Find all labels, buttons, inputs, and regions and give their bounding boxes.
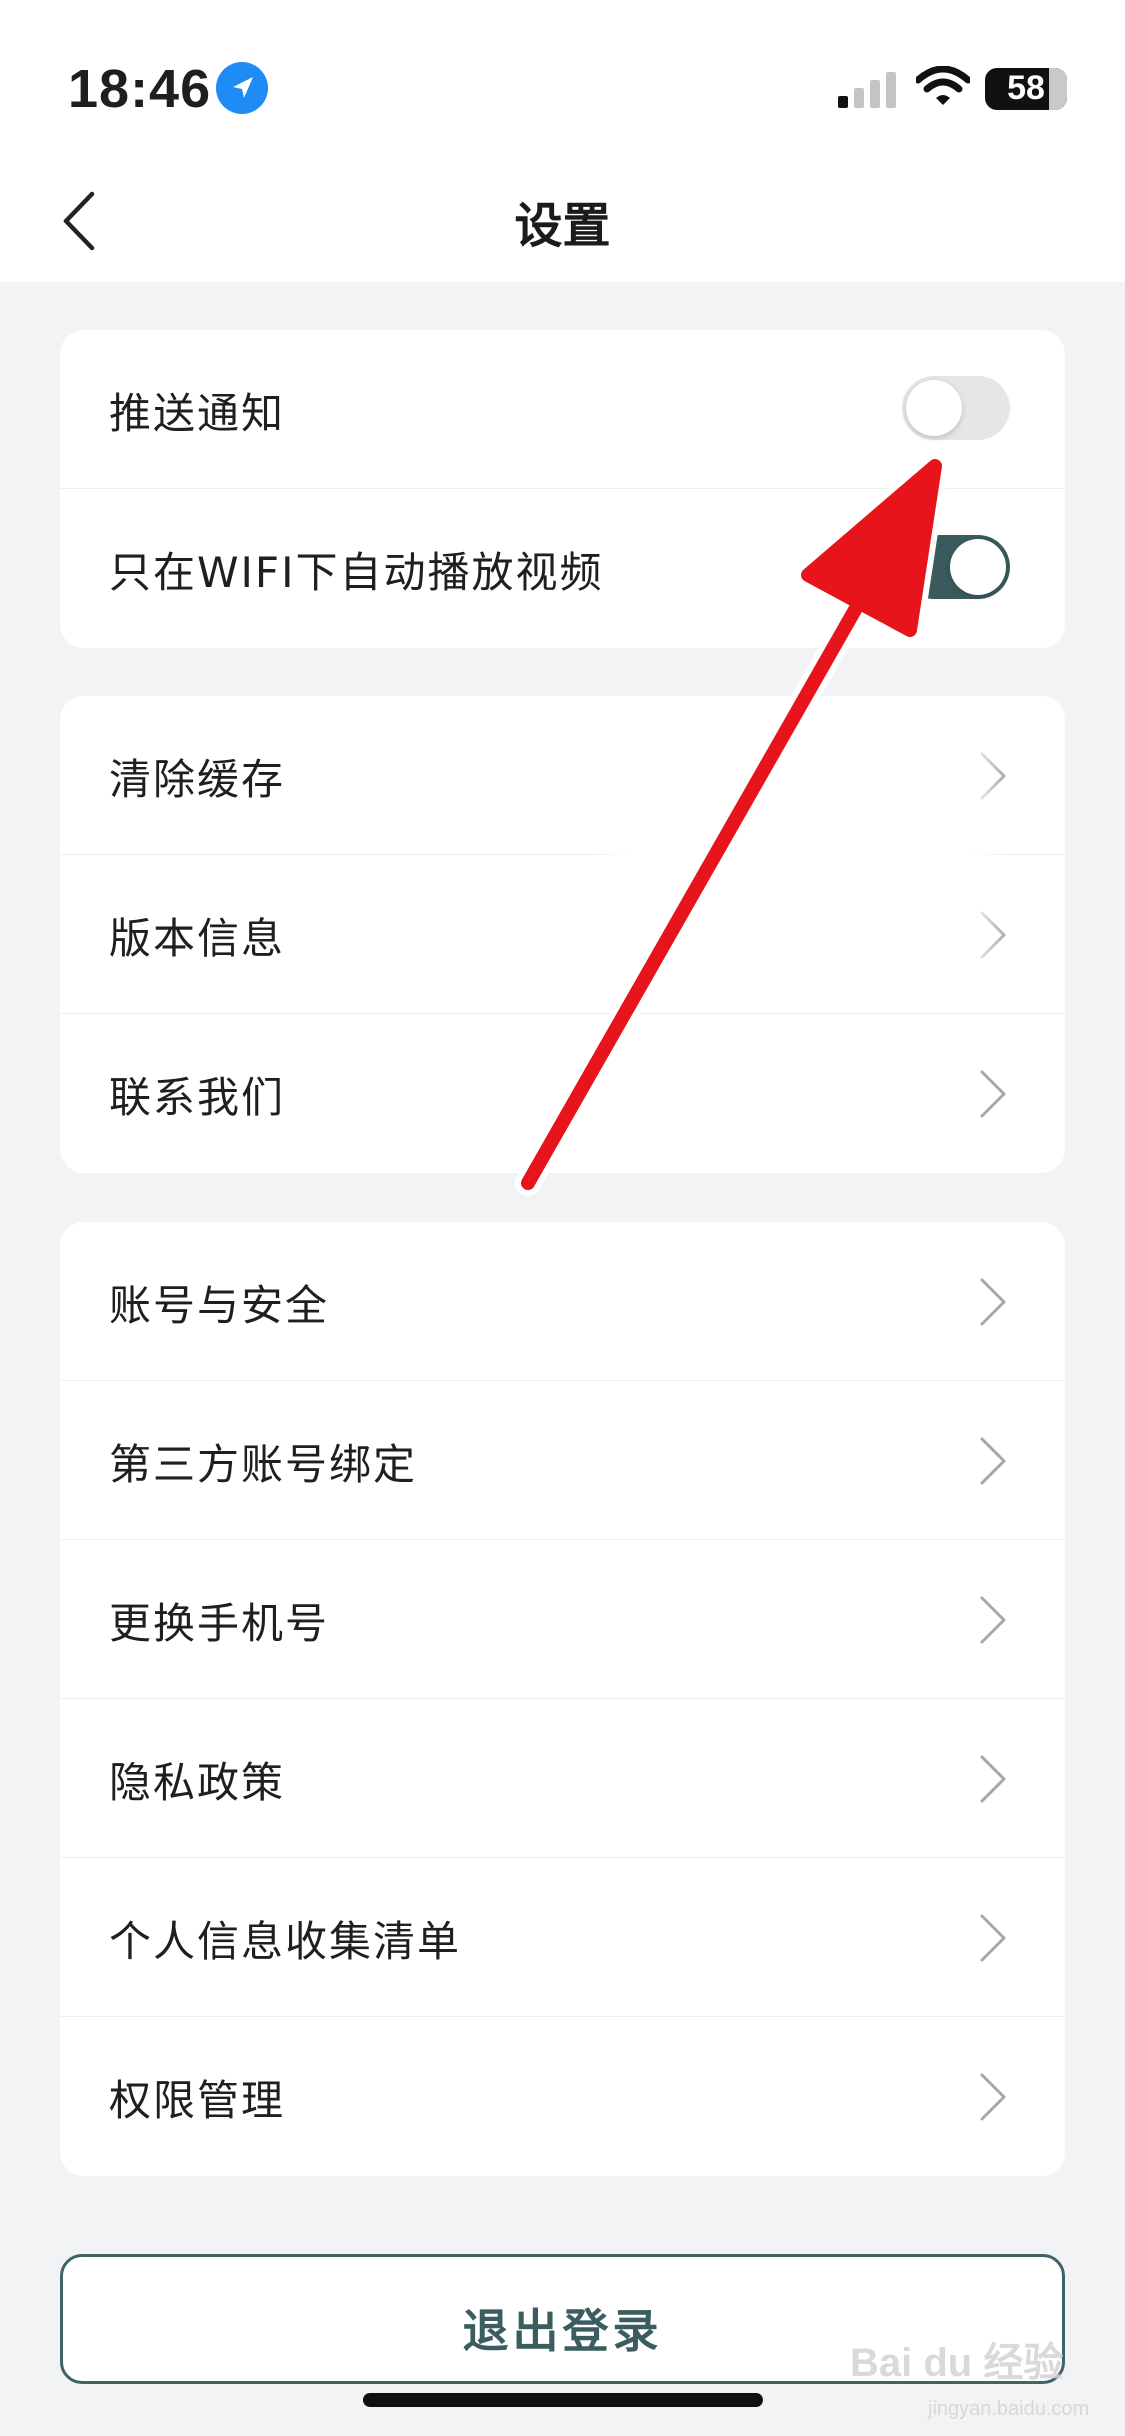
chevron-right-icon [978,2071,1008,2123]
home-indicator [363,2393,763,2407]
battery-level: 58 [1007,69,1045,107]
chevron-right-icon [978,1594,1008,1646]
location-icon [216,62,268,114]
watermark-url: jingyan.baidu.com [928,2398,1090,2420]
row-label: 只在WIFI下自动播放视频 [109,548,604,597]
privacy-policy-row[interactable]: 隐私政策 [60,1699,1065,1858]
chevron-right-icon [978,1435,1008,1487]
wifi-autoplay-toggle[interactable] [902,535,1010,599]
status-bar: 18:46 58 [0,0,1125,160]
settings-screen: 18:46 58 设置 推送通知 只在WIFI下自动播放视频 清除缓存 版本信息… [0,0,1125,2436]
toggle-knob [950,539,1006,595]
watermark-logo: Bai du 经验 [850,2341,1064,2385]
settings-group-account: 账号与安全 第三方账号绑定 更换手机号 隐私政策 个人信息收集清单 权限管理 [60,1222,1065,2176]
signal-icon [838,72,898,108]
row-label: 权限管理 [109,2076,286,2125]
chevron-right-icon [978,1276,1008,1328]
row-label: 更换手机号 [109,1599,330,1648]
chevron-right-icon [978,1912,1008,1964]
row-label: 版本信息 [109,914,286,963]
personal-info-list-row[interactable]: 个人信息收集清单 [60,1858,1065,2017]
redacted-values-blur [610,740,990,970]
permission-management-row[interactable]: 权限管理 [60,2017,1065,2176]
status-time: 18:46 [68,59,212,119]
row-label: 第三方账号绑定 [109,1440,418,1489]
wifi-icon [914,65,972,108]
push-notification-toggle[interactable] [902,376,1010,440]
row-label: 账号与安全 [109,1281,330,1330]
row-label: 推送通知 [109,389,286,438]
nav-bar: 设置 [0,160,1125,282]
battery-icon: 58 [985,68,1067,110]
chevron-right-icon [978,1753,1008,1805]
row-label: 清除缓存 [109,755,286,804]
row-label: 联系我们 [109,1073,286,1122]
row-label: 隐私政策 [109,1758,286,1807]
contact-us-row[interactable]: 联系我们 [60,1014,1065,1173]
change-phone-row[interactable]: 更换手机号 [60,1540,1065,1699]
chevron-right-icon [978,1068,1008,1120]
push-notification-row: 推送通知 [60,330,1065,489]
account-security-row[interactable]: 账号与安全 [60,1222,1065,1381]
wifi-autoplay-row: 只在WIFI下自动播放视频 [60,489,1065,648]
settings-group-toggles: 推送通知 只在WIFI下自动播放视频 [60,330,1065,648]
row-label: 个人信息收集清单 [109,1917,462,1966]
page-title: 设置 [514,198,611,254]
third-party-binding-row[interactable]: 第三方账号绑定 [60,1381,1065,1540]
toggle-knob [906,380,962,436]
